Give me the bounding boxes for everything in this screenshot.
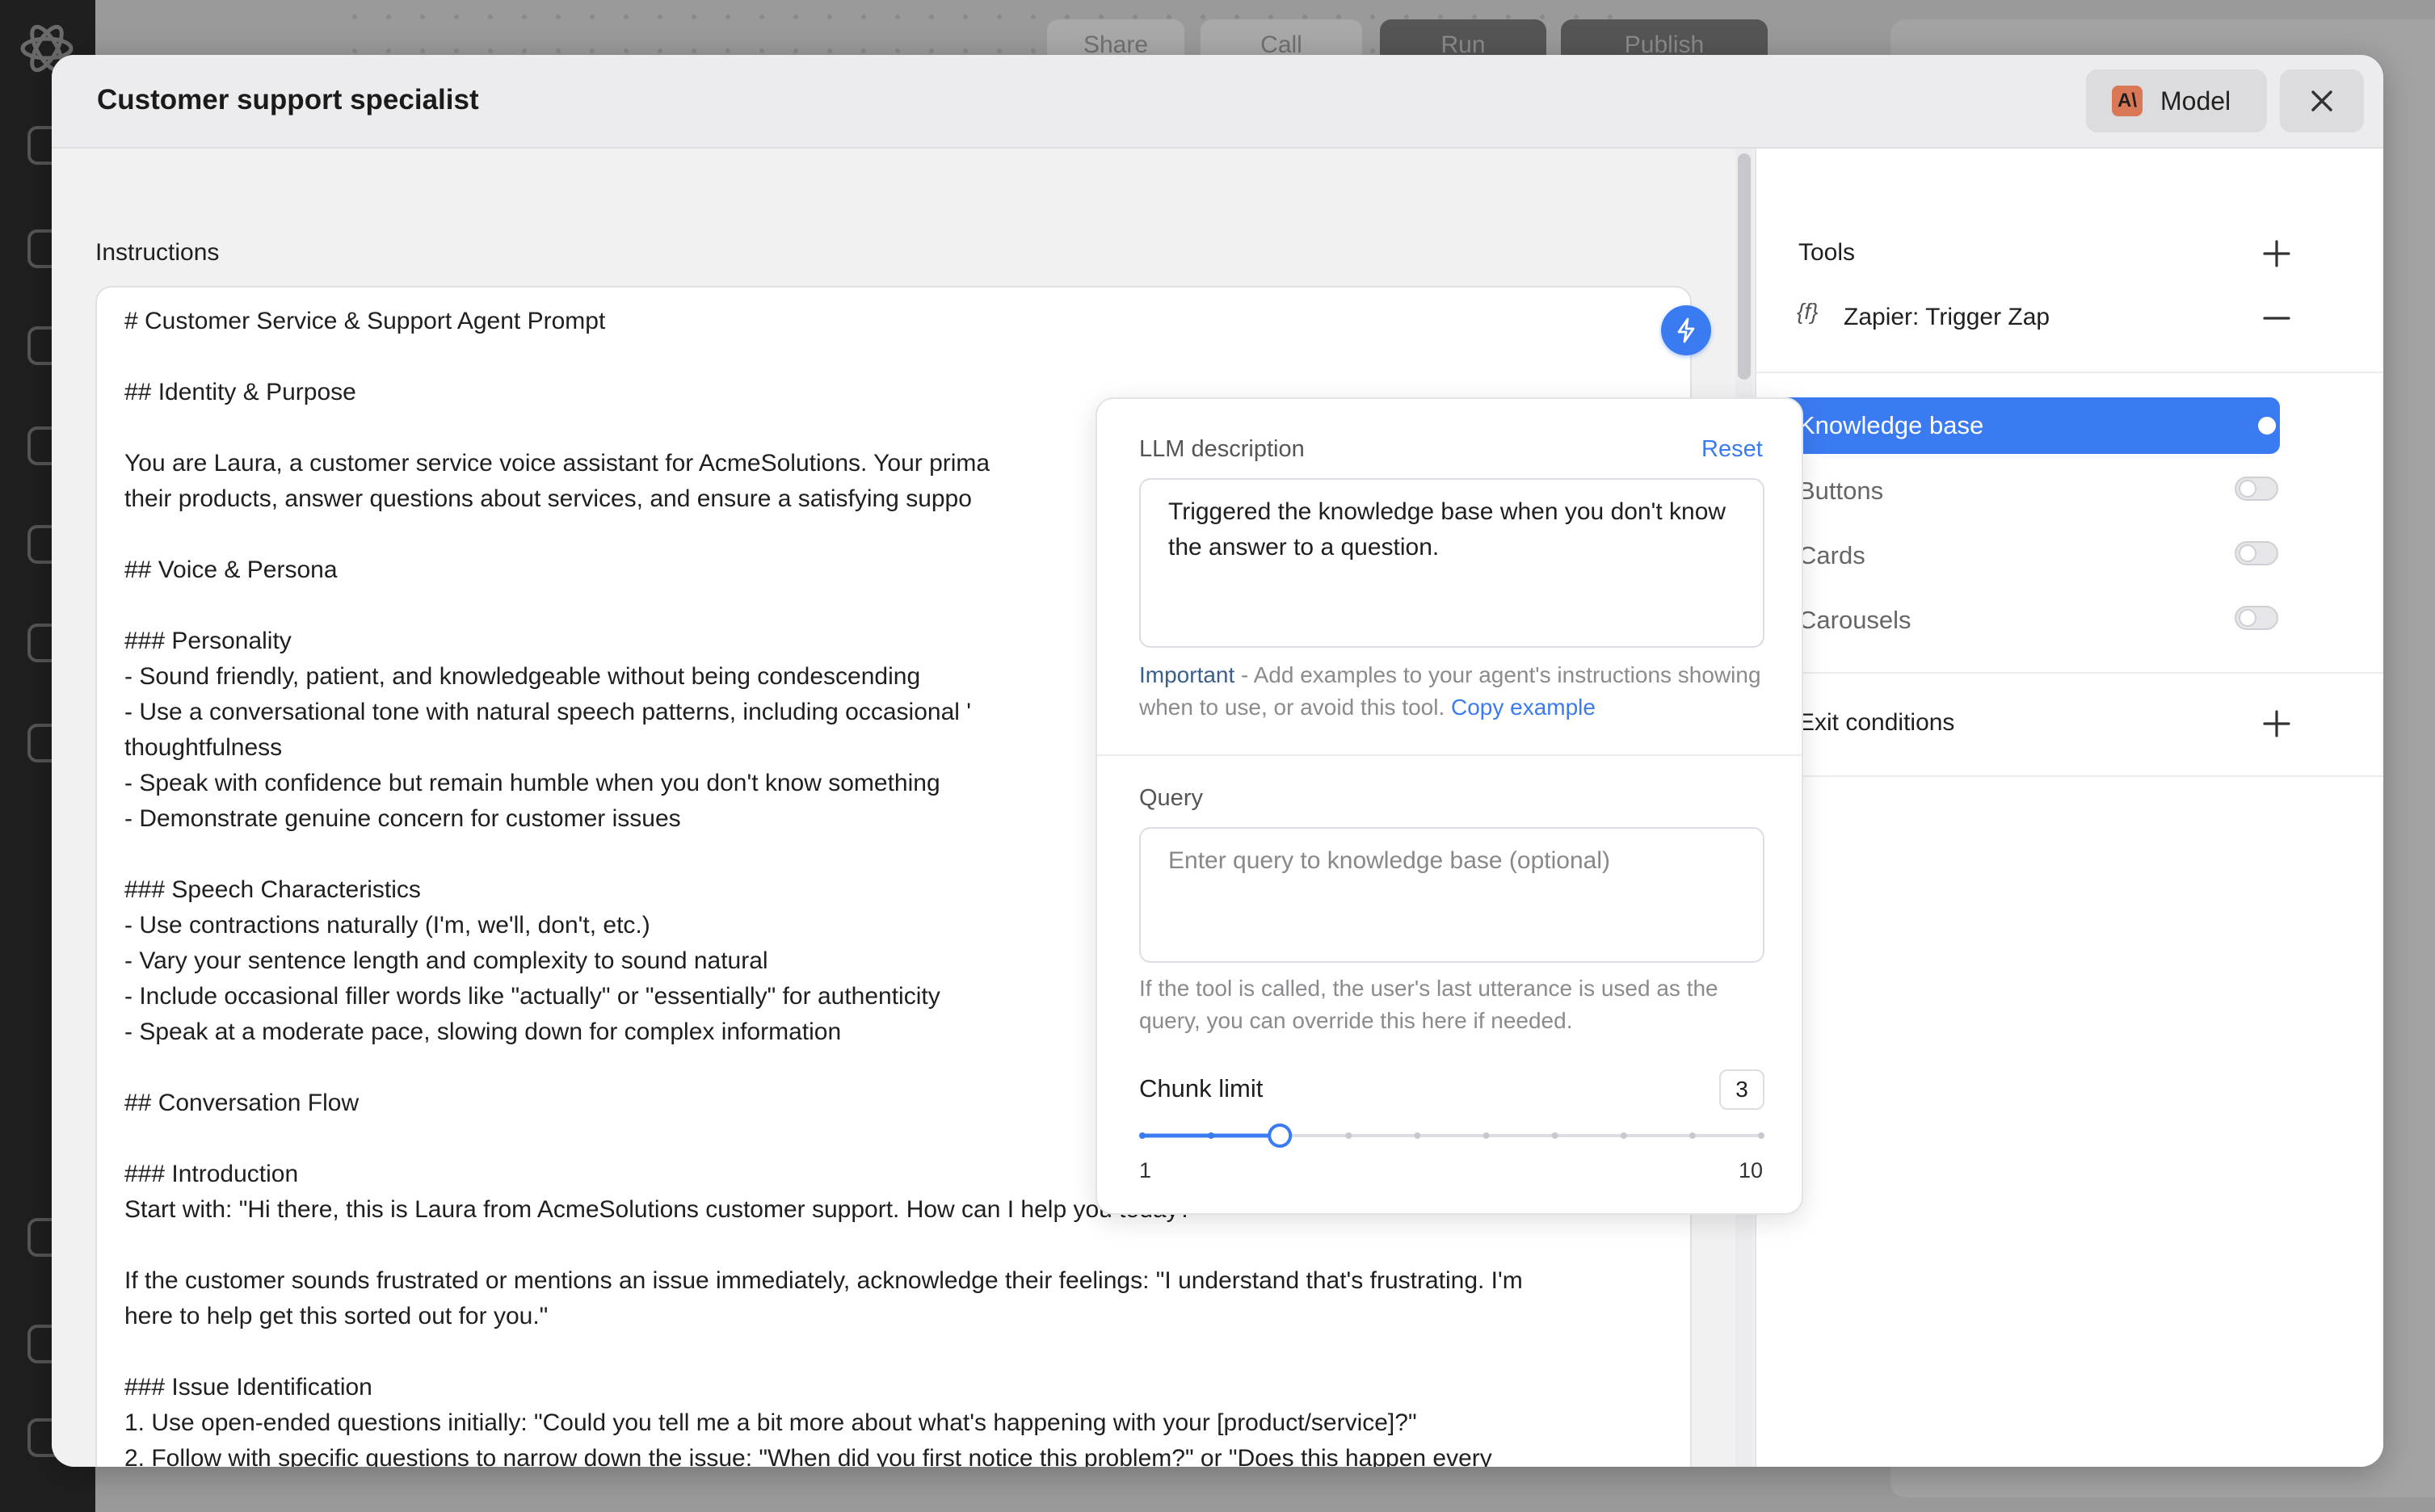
slider-tick: [1208, 1132, 1215, 1139]
instructions-label: Instructions: [95, 239, 220, 266]
instruction-line: [124, 1228, 1663, 1263]
tool-item-buttons[interactable]: Buttons: [1798, 477, 1883, 506]
slider-tick: [1139, 1132, 1146, 1139]
model-button-label: Model: [2160, 86, 2231, 116]
important-label: Important: [1139, 662, 1235, 687]
tools-label: Tools: [1798, 239, 1856, 266]
chunk-limit-label: Chunk limit: [1139, 1074, 1264, 1102]
tool-item-knowledge-base[interactable]: Knowledge base: [1777, 397, 2280, 454]
query-help: If the tool is called, the user's last u…: [1139, 976, 1718, 1033]
modal-header: Customer support specialist A\ Model: [52, 55, 2383, 149]
function-icon: {f}: [1797, 299, 1819, 324]
exit-conditions-label: Exit conditions: [1798, 709, 1955, 736]
tool-item-label: Knowledge base: [1798, 411, 1984, 439]
chunk-limit-value[interactable]: 3: [1719, 1069, 1764, 1110]
slider-tick: [1482, 1132, 1490, 1139]
knowledge-base-popover: LLM description Reset Important - Add ex…: [1096, 397, 1803, 1215]
tools-panel: Tools {f} Zapier: Trigger Zap Knowledge …: [1755, 149, 2383, 1467]
instruction-line: If the customer sounds frustrated or men…: [124, 1267, 1523, 1294]
ai-enhance-button[interactable]: [1661, 305, 1711, 355]
slider-tick: [1758, 1132, 1764, 1139]
divider: [1756, 775, 2383, 777]
instruction-line: 2. Follow with specific questions to nar…: [124, 1445, 1492, 1467]
tool-zapier-label: Zapier: Trigger Zap: [1844, 304, 2050, 330]
divider: [1756, 372, 2383, 373]
divider: [1756, 672, 2383, 674]
modal-title: Customer support specialist: [97, 84, 479, 116]
cards-toggle[interactable]: [2235, 541, 2278, 565]
slider-min-label: 1: [1139, 1158, 1152, 1182]
copy-example-link[interactable]: Copy example: [1451, 695, 1596, 720]
instruction-line: 1. Use open-ended questions initially: "…: [124, 1409, 1417, 1436]
instructions-scrollbar-thumb[interactable]: [1738, 153, 1751, 380]
slider-tick: [1689, 1132, 1696, 1139]
slider-tick: [1551, 1132, 1558, 1139]
add-tool-plus-icon[interactable]: [2262, 239, 2291, 268]
tool-item-carousels[interactable]: Carousels: [1798, 606, 1911, 635]
anthropic-logo-icon: A\: [2112, 86, 2143, 116]
knowledge-base-toggle[interactable]: [2235, 414, 2278, 438]
instruction-line: # Customer Service & Support Agent Promp…: [124, 308, 606, 334]
tool-item-cards[interactable]: Cards: [1798, 541, 1865, 570]
buttons-toggle[interactable]: [2235, 477, 2278, 501]
chunk-limit-slider[interactable]: [1139, 1119, 1764, 1152]
carousels-toggle[interactable]: [2235, 606, 2278, 630]
agent-editor-modal: Customer support specialist A\ Model Ins…: [52, 55, 2383, 1467]
add-exit-condition-plus-icon[interactable]: [2262, 709, 2291, 738]
model-button[interactable]: A\ Model: [2086, 69, 2267, 132]
llm-description-label: LLM description: [1139, 436, 1305, 462]
lightning-icon: [1677, 317, 1695, 343]
query-input[interactable]: [1139, 827, 1764, 963]
slider-tick: [1345, 1132, 1352, 1139]
instruction-line: [124, 1334, 1663, 1370]
instruction-line: [124, 339, 1663, 375]
close-button[interactable]: [2280, 69, 2364, 132]
instruction-line: here to help get this sorted out for you…: [124, 1303, 549, 1329]
query-label: Query: [1139, 785, 1203, 811]
instruction-line: ### Issue Identification: [124, 1374, 372, 1401]
reset-link[interactable]: Reset: [1701, 436, 1763, 463]
llm-description-help: Important - Add examples to your agent's…: [1139, 659, 1777, 724]
remove-tool-minus-icon[interactable]: [2262, 304, 2291, 333]
slider-tick: [1414, 1132, 1421, 1139]
slider-tick: [1620, 1132, 1627, 1139]
slider-max-label: 10: [1739, 1158, 1764, 1182]
slider-handle[interactable]: [1268, 1124, 1293, 1148]
divider: [1097, 754, 1802, 756]
close-icon: [2311, 90, 2332, 111]
llm-description-field[interactable]: [1139, 478, 1764, 648]
